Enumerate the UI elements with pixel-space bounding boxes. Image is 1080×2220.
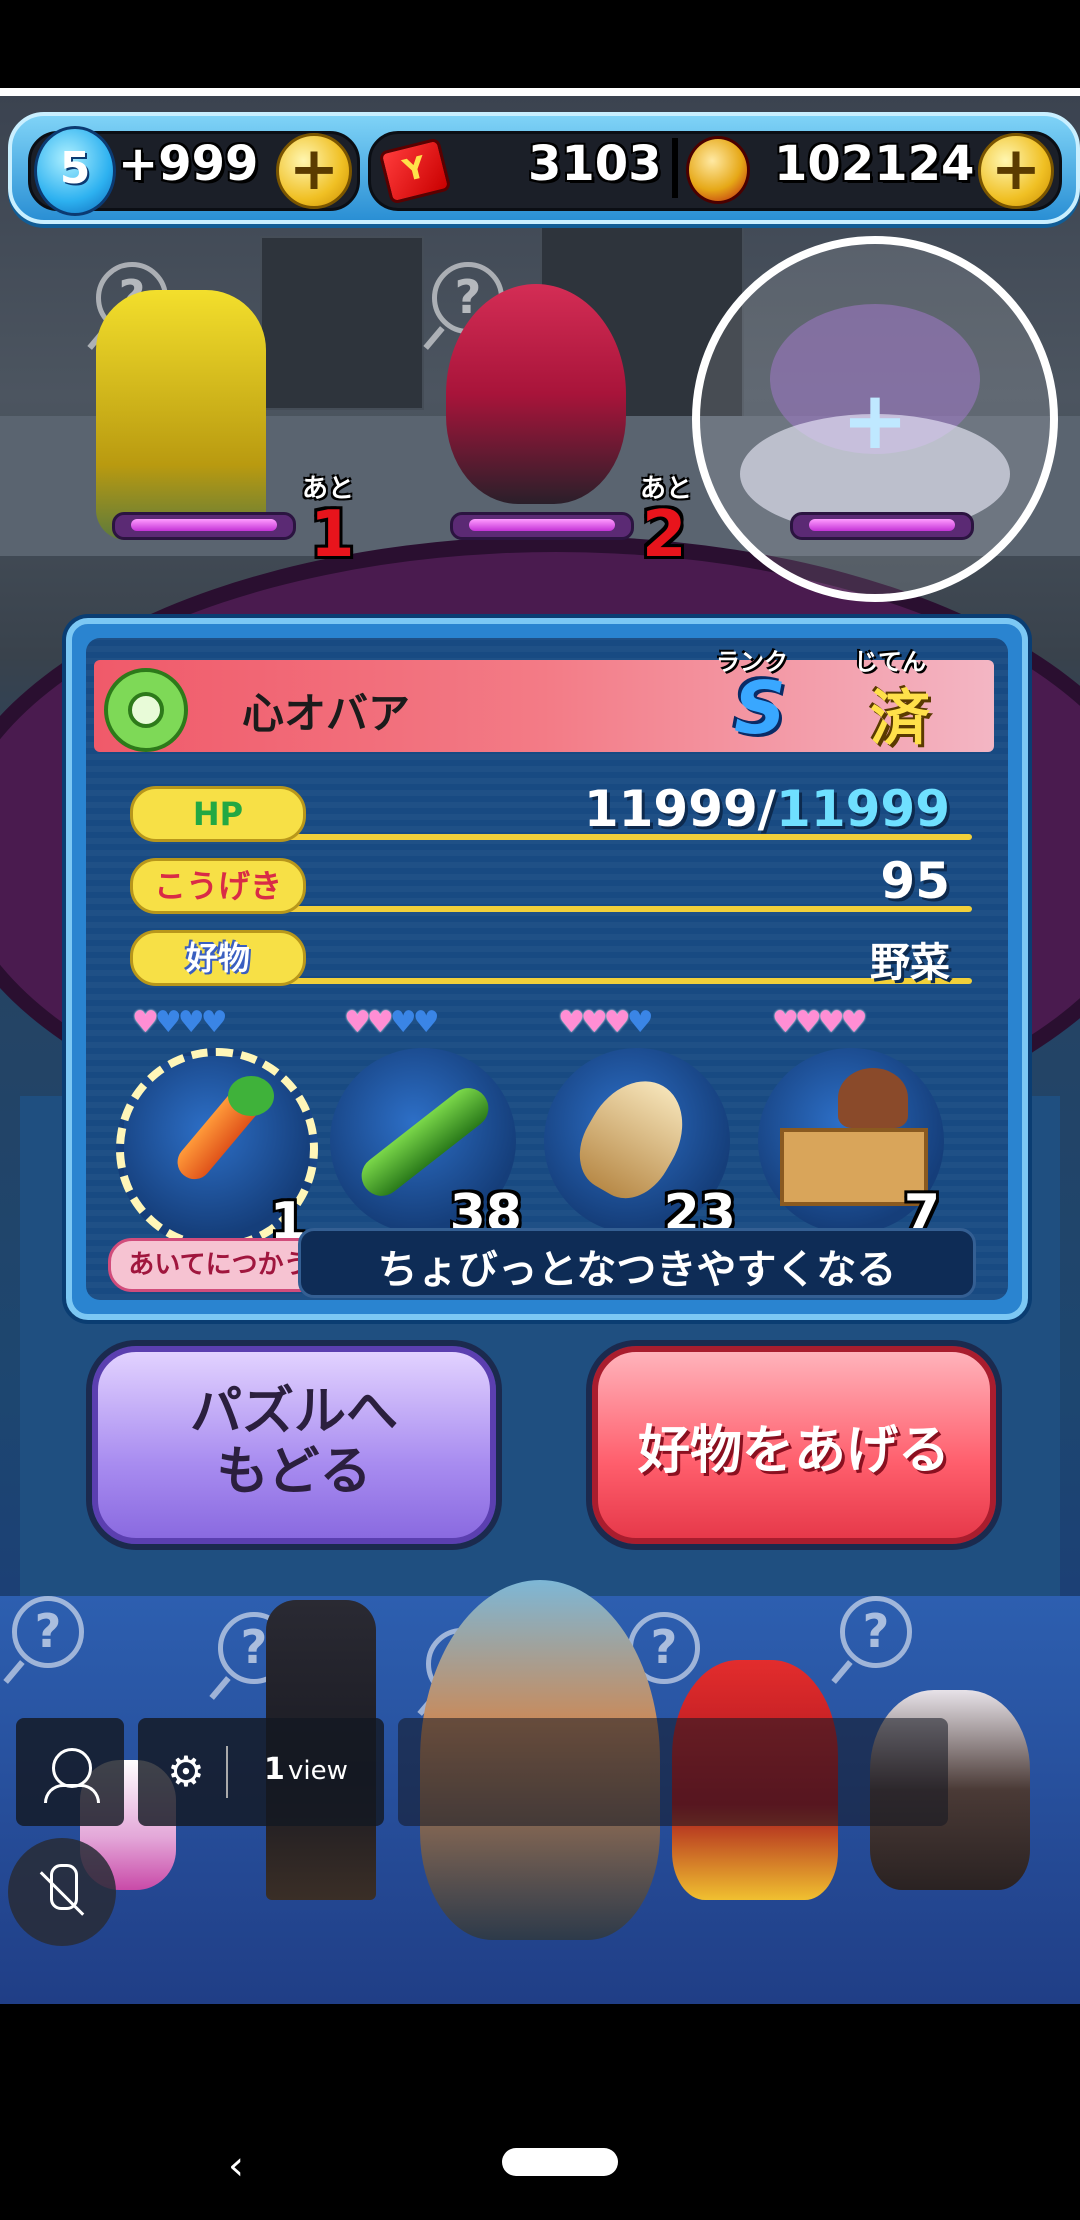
yokai-red-hood[interactable]: [446, 284, 626, 504]
stamina-drop-icon: 5: [34, 126, 116, 216]
mic-off-button[interactable]: [8, 1838, 116, 1946]
unknown-yokai-icon: ?: [840, 1596, 912, 1668]
navigation-bar: ‹: [0, 2004, 1080, 2220]
currency-bar: 5 +999 + Y 3103 102124 +: [8, 112, 1080, 224]
food-description-box: ちょびっとなつきやすくなる: [298, 1228, 976, 1298]
home-pill[interactable]: [502, 2148, 618, 2176]
hp-label: HP: [130, 786, 306, 842]
turns-left-count: 1: [310, 498, 355, 572]
favorite-row: 好物 野菜: [130, 930, 972, 986]
attack-label: こうげき: [130, 858, 306, 914]
back-to-puzzle-button[interactable]: パズルへ もどる: [92, 1346, 496, 1544]
mushroom-icon: [838, 1068, 908, 1128]
empty-yokai-slot[interactable]: +: [692, 236, 1058, 602]
affinity-hearts: ♥♥♥♥: [132, 1005, 228, 1040]
widget-divider: [226, 1746, 228, 1798]
jiten-value: 済: [870, 684, 930, 754]
hp-value: 11999/11999: [584, 780, 950, 838]
back-button-line2: もどる: [216, 1442, 372, 1502]
status-bar: [0, 0, 1080, 88]
yokai-info-panel: 心オバア ランク S じてん 済 HP 11999/11999 こうげき 95 …: [66, 618, 1028, 1320]
attack-value: 95: [880, 852, 950, 910]
yokai-name: 心オバア: [242, 689, 411, 738]
affinity-hearts: ♥♥♥♥: [344, 1005, 440, 1040]
name-banner: 心オバア ランク S じてん 済: [94, 648, 994, 754]
yokai-golden[interactable]: [96, 290, 266, 540]
chat-widget: [398, 1718, 948, 1826]
stamina-level: 5: [59, 143, 91, 194]
stream-info-widget[interactable]: ⚙ 1 view: [138, 1718, 384, 1826]
yokai-hp-bar: [112, 512, 296, 540]
add-stamina-button[interactable]: +: [276, 133, 352, 209]
favorite-label: 好物: [130, 930, 306, 986]
gear-icon[interactable]: ⚙: [162, 1748, 210, 1796]
currency-divider: [672, 138, 678, 198]
food-slot-bamboo-shoot[interactable]: 23: [544, 1048, 736, 1244]
yokai-hp-bar: [790, 512, 974, 540]
back-chevron-icon[interactable]: ‹: [228, 2146, 244, 2186]
panel-inner: 心オバア ランク S じてん 済 HP 11999/11999 こうげき 95 …: [86, 638, 1008, 1300]
flower-center: [128, 692, 164, 728]
coin-count: 3103: [528, 136, 662, 192]
favorite-underline: [280, 978, 972, 984]
food-description: ちょびっとなつきやすくなる: [377, 1247, 897, 1293]
food-slot-cucumber[interactable]: 38: [330, 1048, 522, 1244]
face-icon-body: [44, 1784, 100, 1803]
yokai-hp-bar: [450, 512, 634, 540]
background-building: [260, 236, 424, 410]
money-count: 102124: [774, 136, 975, 192]
attack-row: こうげき 95: [130, 852, 972, 914]
turns-left-count: 2: [642, 498, 687, 572]
food-slot-matsutake[interactable]: 7: [758, 1048, 944, 1244]
back-button-line1: パズルへ: [189, 1382, 398, 1442]
hp-max: 11999: [776, 780, 950, 838]
favorite-value: 野菜: [870, 940, 950, 986]
give-button-label: 好物をあげる: [637, 1421, 950, 1481]
carrot-leaves: [228, 1076, 274, 1116]
add-slot-icon: +: [841, 374, 909, 467]
affinity-hearts: ♥♥♥♥: [558, 1005, 654, 1040]
hp-row: HP 11999/11999: [130, 780, 972, 842]
give-favorite-button[interactable]: 好物をあげる: [592, 1346, 996, 1544]
view-label: view: [288, 1756, 348, 1786]
rank-value: S: [734, 666, 786, 750]
attack-underline: [280, 906, 972, 912]
food-slot-carrot[interactable]: 1: [116, 1048, 318, 1252]
face-icon: [52, 1748, 92, 1788]
money-bag-icon: [686, 136, 750, 204]
use-on-opponent-button[interactable]: あいてにつかう: [108, 1238, 330, 1292]
status-divider: [0, 88, 1080, 96]
face-widget[interactable]: [16, 1718, 124, 1826]
tribe-flower-icon: [104, 668, 188, 752]
stamina-amount: +999: [118, 136, 259, 192]
unknown-yokai-icon: ?: [12, 1596, 84, 1668]
affinity-hearts: ♥♥♥♥: [772, 1005, 868, 1040]
add-money-button[interactable]: +: [978, 133, 1054, 209]
hp-current: 11999: [583, 780, 758, 838]
hp-separator: /: [757, 780, 777, 838]
view-count: 1: [264, 1752, 285, 1787]
